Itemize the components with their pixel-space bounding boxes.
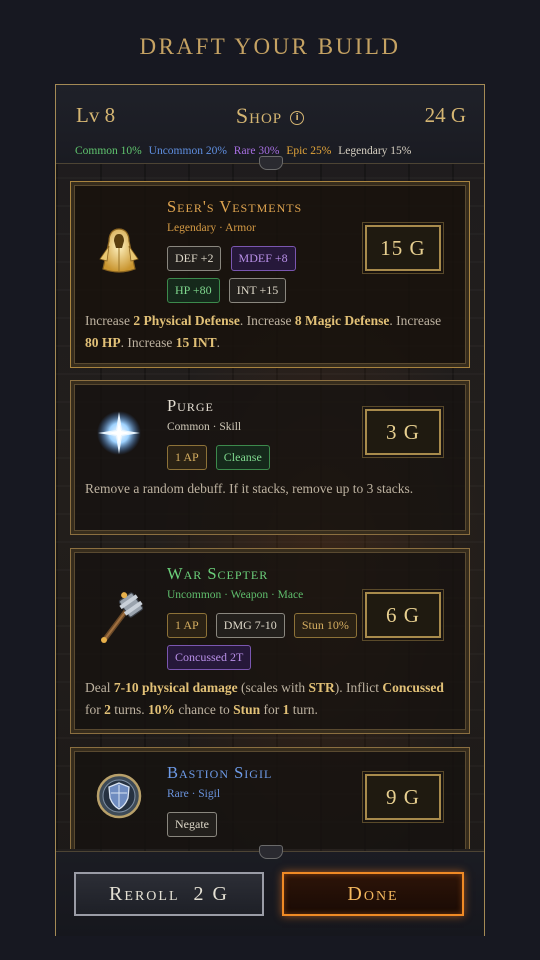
description-segment: 8 Magic Defense	[294, 313, 390, 328]
description-segment: Concussed	[382, 680, 444, 695]
description-segment: . Increase	[120, 335, 176, 350]
tag: Stun 10%	[293, 613, 357, 638]
shop-footer: Reroll 2 G Done	[56, 845, 484, 936]
reroll-cost: 2 G	[193, 883, 229, 905]
item-name: Purge	[167, 396, 214, 415]
description-segment: ). Inflict	[334, 680, 383, 695]
description-segment: chance to	[175, 702, 234, 717]
description-segment: 2	[104, 702, 111, 717]
description-segment: Stun	[233, 702, 261, 717]
description-segment: 2 Physical Defense	[133, 313, 240, 328]
tag: DMG 7-10	[215, 613, 285, 638]
item-tags: 1 AP DMG 7-10 Stun 10% Concussed 2T	[167, 613, 367, 677]
description-segment: turns.	[110, 702, 148, 717]
description-segment: . Increase	[389, 313, 442, 328]
shop-title: Shop	[235, 103, 283, 128]
item-tags: Negate	[167, 812, 347, 844]
price-button[interactable]: 9 G	[362, 771, 444, 823]
price-button[interactable]: 3 G	[362, 406, 444, 458]
item-description: Deal 7-10 physical damage (scales with S…	[85, 677, 457, 721]
tag: DEF +2	[167, 246, 222, 271]
description-segment: for	[260, 702, 283, 717]
description-segment: turn.	[289, 702, 318, 717]
shop-item-card[interactable]: Seer's Vestments Legendary · Armor DEF +…	[70, 181, 470, 368]
description-segment: Increase	[85, 313, 134, 328]
light-burst-icon	[95, 409, 143, 457]
item-description: Remove a random debuff. If it stacks, re…	[85, 478, 457, 500]
price-button[interactable]: 15 G	[362, 222, 444, 274]
rarity-uncommon: Uncommon 20%	[148, 145, 227, 157]
tag: INT +15	[228, 278, 287, 303]
shop-item-card[interactable]: Purge Common · Skill 1 AP Cleanse 3 G Re…	[70, 380, 470, 535]
mace-icon	[95, 589, 147, 645]
shop-header: Lv 8 Shop i 24 G Common 10% Uncommon 20% …	[56, 85, 484, 170]
description-segment: (scales with	[237, 680, 309, 695]
item-tags: 1 AP Cleanse	[167, 445, 347, 477]
description-segment: .	[216, 335, 220, 350]
shield-sigil-icon	[95, 772, 143, 820]
page-title: DRAFT YOUR BUILD	[139, 34, 401, 59]
description-segment: 7-10 physical damage	[113, 680, 238, 695]
reroll-button[interactable]: Reroll 2 G	[74, 872, 264, 916]
item-subtitle: Uncommon · Weapon · Mace	[167, 589, 304, 601]
description-segment: Deal	[85, 680, 114, 695]
done-label: Done	[347, 883, 399, 905]
item-name: Seer's Vestments	[167, 197, 303, 216]
description-segment: Remove a random debuff. If it stacks, re…	[85, 481, 414, 496]
rarity-epic: Epic 25%	[286, 145, 332, 157]
reroll-label: Reroll	[109, 883, 180, 905]
footer-ornament	[259, 845, 283, 859]
price-button[interactable]: 6 G	[362, 589, 444, 641]
description-segment: 10%	[148, 702, 175, 717]
item-list[interactable]: Seer's Vestments Legendary · Armor DEF +…	[70, 181, 472, 849]
tag: MDEF +8	[230, 246, 296, 271]
item-subtitle: Rare · Sigil	[167, 788, 221, 800]
done-button[interactable]: Done	[282, 872, 464, 916]
header-ornament	[259, 156, 283, 170]
tag: Negate	[167, 812, 217, 837]
rarity-legendary: Legendary 15%	[338, 145, 412, 157]
item-name: War Scepter	[167, 564, 269, 583]
tag: HP +80	[167, 278, 220, 303]
robe-icon	[95, 227, 143, 275]
description-segment: 15 INT	[175, 335, 217, 350]
shop-item-card[interactable]: War Scepter Uncommon · Weapon · Mace 1 A…	[70, 548, 470, 734]
item-tags: DEF +2 MDEF +8 HP +80 INT +15	[167, 246, 347, 310]
item-subtitle: Legendary · Armor	[167, 222, 256, 234]
item-name: Bastion Sigil	[167, 763, 273, 782]
tag: Concussed 2T	[167, 645, 252, 670]
shop-panel: Lv 8 Shop i 24 G Common 10% Uncommon 20% …	[55, 84, 485, 936]
rarity-odds: Common 10% Uncommon 20% Rare 30% Epic 25…	[75, 145, 415, 157]
tag: Cleanse	[215, 445, 270, 470]
description-segment: STR	[308, 680, 335, 695]
shop-item-card[interactable]: Bastion Sigil Rare · Sigil Negate 9 G	[70, 747, 470, 849]
tag: 1 AP	[167, 445, 207, 470]
item-subtitle: Common · Skill	[167, 421, 242, 433]
gold-counter: 24 G	[424, 103, 466, 127]
info-icon[interactable]: i	[290, 111, 305, 125]
rarity-common: Common 10%	[75, 145, 142, 157]
tag: 1 AP	[167, 613, 207, 638]
description-segment: for	[85, 702, 105, 717]
description-segment: . Increase	[239, 313, 295, 328]
item-description: Increase 2 Physical Defense. Increase 8 …	[85, 310, 457, 354]
description-segment: 80 HP	[85, 335, 121, 350]
